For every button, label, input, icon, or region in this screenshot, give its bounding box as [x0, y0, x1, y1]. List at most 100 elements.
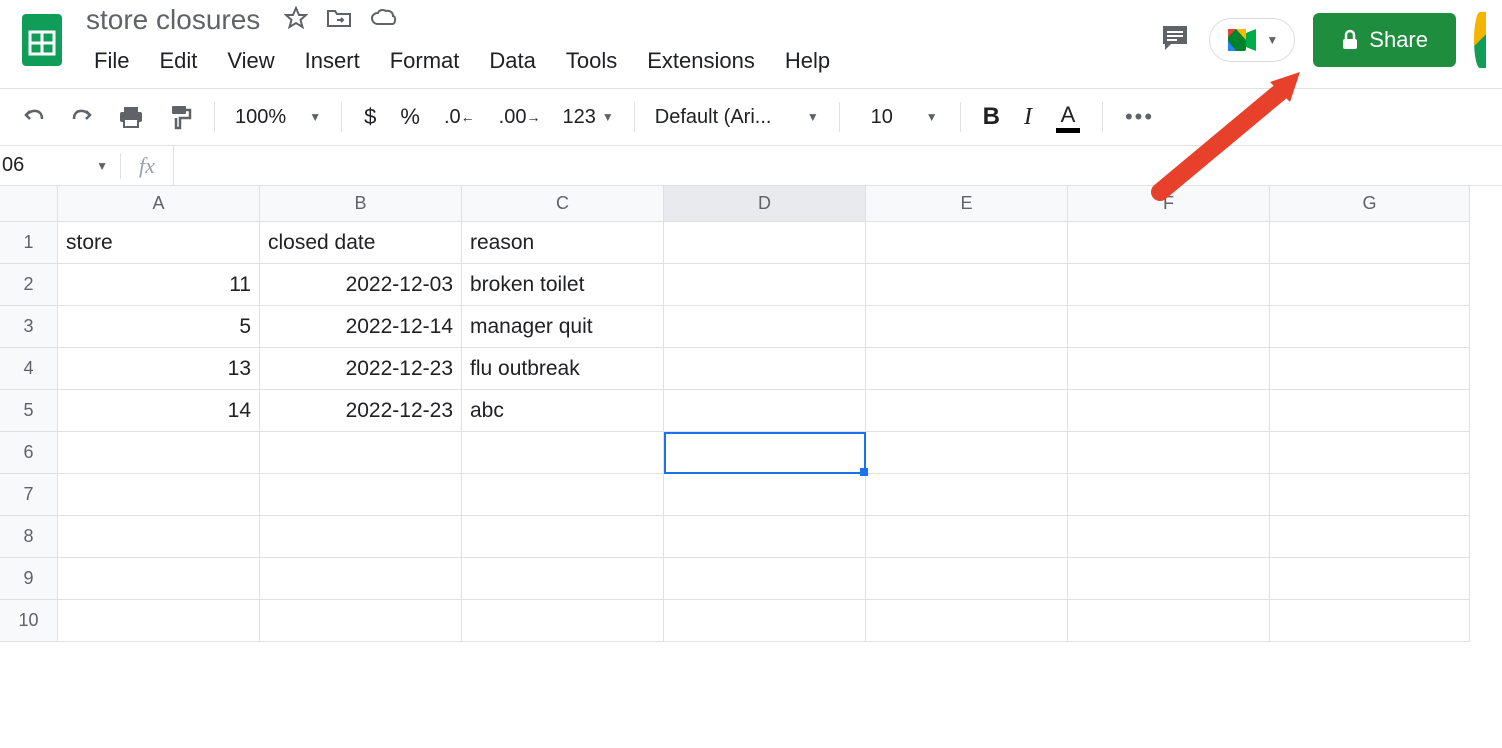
- font-size-arrow[interactable]: ▼: [916, 110, 948, 124]
- cell-A2[interactable]: 11: [58, 264, 260, 306]
- cell-E3[interactable]: [866, 306, 1068, 348]
- menu-insert[interactable]: Insert: [291, 44, 374, 78]
- cell-D10[interactable]: [664, 600, 866, 642]
- cell-G9[interactable]: [1270, 558, 1470, 600]
- more-formats-dropdown[interactable]: 123▼: [554, 102, 621, 133]
- select-all-corner[interactable]: [0, 186, 58, 222]
- cell-B6[interactable]: [260, 432, 462, 474]
- redo-button[interactable]: [60, 101, 104, 133]
- move-folder-icon[interactable]: [326, 7, 352, 34]
- font-dropdown[interactable]: Default (Ari...▼: [647, 102, 827, 133]
- meet-button[interactable]: ▼: [1209, 18, 1295, 62]
- cell-D6[interactable]: [664, 432, 866, 474]
- cell-A7[interactable]: [58, 474, 260, 516]
- cloud-status-icon[interactable]: [370, 8, 398, 33]
- currency-button[interactable]: $: [354, 98, 386, 136]
- cell-B1[interactable]: closed date: [260, 222, 462, 264]
- account-avatar[interactable]: [1474, 12, 1486, 68]
- menu-help[interactable]: Help: [771, 44, 844, 78]
- column-header-G[interactable]: G: [1270, 186, 1470, 222]
- menu-tools[interactable]: Tools: [552, 44, 631, 78]
- row-header-6[interactable]: 6: [0, 432, 58, 474]
- text-color-button[interactable]: A: [1046, 96, 1090, 139]
- cell-B7[interactable]: [260, 474, 462, 516]
- name-box[interactable]: 06 ▼: [0, 154, 120, 177]
- cell-E4[interactable]: [866, 348, 1068, 390]
- cell-A6[interactable]: [58, 432, 260, 474]
- cell-F7[interactable]: [1068, 474, 1270, 516]
- cell-D8[interactable]: [664, 516, 866, 558]
- cell-F5[interactable]: [1068, 390, 1270, 432]
- bold-button[interactable]: B: [973, 97, 1010, 137]
- cell-G7[interactable]: [1270, 474, 1470, 516]
- row-header-10[interactable]: 10: [0, 600, 58, 642]
- cell-G4[interactable]: [1270, 348, 1470, 390]
- cell-F8[interactable]: [1068, 516, 1270, 558]
- cell-F4[interactable]: [1068, 348, 1270, 390]
- row-header-5[interactable]: 5: [0, 390, 58, 432]
- document-title[interactable]: store closures: [80, 2, 266, 38]
- column-header-F[interactable]: F: [1068, 186, 1270, 222]
- cell-B10[interactable]: [260, 600, 462, 642]
- cell-C10[interactable]: [462, 600, 664, 642]
- cell-E9[interactable]: [866, 558, 1068, 600]
- cell-F10[interactable]: [1068, 600, 1270, 642]
- cell-G6[interactable]: [1270, 432, 1470, 474]
- paint-format-button[interactable]: [158, 98, 202, 136]
- cell-B9[interactable]: [260, 558, 462, 600]
- print-button[interactable]: [108, 99, 154, 135]
- more-tools-button[interactable]: •••: [1115, 98, 1164, 136]
- row-header-3[interactable]: 3: [0, 306, 58, 348]
- cell-C2[interactable]: broken toilet: [462, 264, 664, 306]
- cell-D1[interactable]: [664, 222, 866, 264]
- column-header-B[interactable]: B: [260, 186, 462, 222]
- cell-C5[interactable]: abc: [462, 390, 664, 432]
- cell-D2[interactable]: [664, 264, 866, 306]
- row-header-8[interactable]: 8: [0, 516, 58, 558]
- cell-E2[interactable]: [866, 264, 1068, 306]
- cell-G5[interactable]: [1270, 390, 1470, 432]
- increase-decimal-button[interactable]: .00→: [489, 100, 551, 135]
- cell-E10[interactable]: [866, 600, 1068, 642]
- cell-C7[interactable]: [462, 474, 664, 516]
- row-header-9[interactable]: 9: [0, 558, 58, 600]
- cell-B2[interactable]: 2022-12-03: [260, 264, 462, 306]
- column-header-E[interactable]: E: [866, 186, 1068, 222]
- italic-button[interactable]: I: [1014, 98, 1042, 137]
- cell-A1[interactable]: store: [58, 222, 260, 264]
- column-header-D[interactable]: D: [664, 186, 866, 222]
- font-size-dropdown[interactable]: 10: [852, 102, 912, 133]
- row-header-4[interactable]: 4: [0, 348, 58, 390]
- cell-E8[interactable]: [866, 516, 1068, 558]
- cell-E5[interactable]: [866, 390, 1068, 432]
- cell-A10[interactable]: [58, 600, 260, 642]
- cell-G8[interactable]: [1270, 516, 1470, 558]
- cell-F3[interactable]: [1068, 306, 1270, 348]
- cell-F2[interactable]: [1068, 264, 1270, 306]
- cell-C8[interactable]: [462, 516, 664, 558]
- cell-B8[interactable]: [260, 516, 462, 558]
- cell-A3[interactable]: 5: [58, 306, 260, 348]
- cell-B3[interactable]: 2022-12-14: [260, 306, 462, 348]
- row-header-2[interactable]: 2: [0, 264, 58, 306]
- menu-file[interactable]: File: [80, 44, 143, 78]
- cell-B4[interactable]: 2022-12-23: [260, 348, 462, 390]
- cell-F1[interactable]: [1068, 222, 1270, 264]
- cell-G3[interactable]: [1270, 306, 1470, 348]
- cell-D5[interactable]: [664, 390, 866, 432]
- cell-E7[interactable]: [866, 474, 1068, 516]
- column-header-A[interactable]: A: [58, 186, 260, 222]
- undo-button[interactable]: [12, 101, 56, 133]
- share-button[interactable]: Share: [1313, 13, 1456, 67]
- menu-extensions[interactable]: Extensions: [633, 44, 769, 78]
- cell-G2[interactable]: [1270, 264, 1470, 306]
- comments-icon[interactable]: [1159, 22, 1191, 59]
- menu-view[interactable]: View: [213, 44, 288, 78]
- cell-E6[interactable]: [866, 432, 1068, 474]
- row-header-1[interactable]: 1: [0, 222, 58, 264]
- menu-data[interactable]: Data: [475, 44, 549, 78]
- cell-C9[interactable]: [462, 558, 664, 600]
- cell-A4[interactable]: 13: [58, 348, 260, 390]
- cell-A9[interactable]: [58, 558, 260, 600]
- cell-G1[interactable]: [1270, 222, 1470, 264]
